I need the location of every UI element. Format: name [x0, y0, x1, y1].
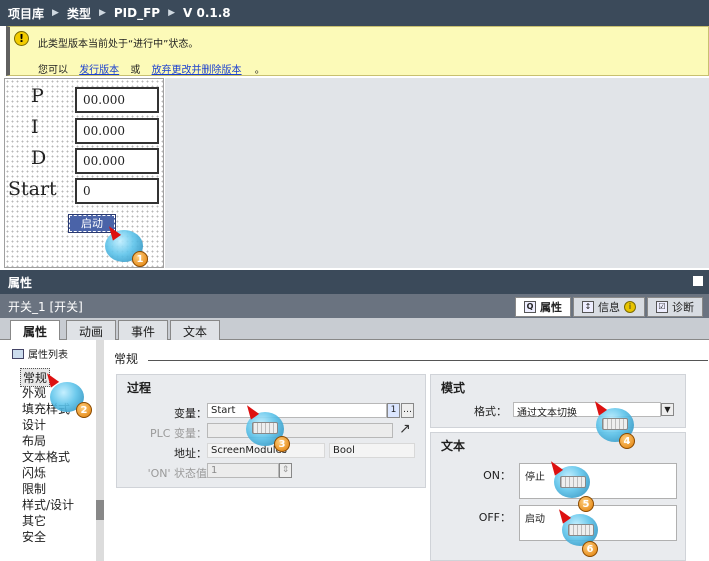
text-group: 文本 ON： 停止 OFF： 启动	[430, 432, 686, 561]
banner-prefix: 您可以	[38, 65, 68, 76]
nav-item-design[interactable]: 设计	[22, 416, 46, 433]
banner-suffix: 。	[254, 65, 265, 76]
view-tab-info-label: 信息	[598, 301, 620, 314]
process-group-title: 过程	[127, 381, 152, 395]
keyboard-icon	[602, 418, 628, 430]
properties-main: 常规 过程 变量： Start 1 … PLC 变量： ↗ 地址： Screen…	[104, 340, 709, 561]
field-i[interactable]: 00.000	[75, 118, 159, 144]
nav-item-security[interactable]: 安全	[22, 528, 46, 545]
type-field: Bool	[329, 443, 415, 458]
properties-tabs: 属性 动画 事件 文本	[0, 318, 709, 341]
format-dropdown[interactable]: 通过文本切换	[513, 402, 661, 419]
nav-item-flashing[interactable]: 闪烁	[22, 464, 46, 481]
nav-item-text-format[interactable]: 文本格式	[22, 448, 70, 465]
field-d[interactable]: 00.000	[75, 148, 159, 174]
object-name: 开关_1 [开关]	[8, 300, 83, 314]
step-badge-3: 3	[274, 436, 290, 452]
tab-properties[interactable]: 属性	[10, 320, 61, 341]
address-label: 地址：	[174, 447, 207, 460]
banner-or: 或	[130, 65, 141, 76]
warning-icon: !	[14, 31, 29, 46]
format-label: 格式：	[474, 405, 507, 418]
label-d: D	[31, 147, 47, 169]
keyboard-icon	[252, 422, 278, 434]
property-list-label: 属性列表	[28, 350, 68, 361]
nav-item-limits[interactable]: 限制	[22, 480, 46, 497]
breadcrumb-type-name[interactable]: PID_FP	[114, 6, 160, 20]
breadcrumb: 项目库 ▶ 类型 ▶ PID_FP ▶ V 0.1.8	[0, 0, 709, 26]
banner-message: 此类型版本当前处于“进行中”状态。	[38, 39, 199, 50]
mode-group: 模式 格式： 通过文本切换 ▼	[430, 374, 686, 428]
breadcrumb-types[interactable]: 类型	[67, 5, 91, 22]
variable-label: 变量：	[174, 407, 207, 420]
chevron-down-icon[interactable]: ▼	[661, 403, 674, 416]
diagnostics-view-icon: ☑	[656, 301, 668, 313]
tab-events[interactable]: 事件	[118, 320, 169, 340]
discard-version-link[interactable]: 放弃更改并删除版本	[152, 65, 242, 76]
info-view-icon: ↕	[582, 301, 594, 313]
nav-item-miscellaneous[interactable]: 其它	[22, 512, 46, 529]
properties-title: 属性	[8, 276, 33, 290]
label-i: I	[31, 116, 39, 138]
view-tab-info[interactable]: ↕ 信息 i	[573, 297, 645, 317]
info-icon: i	[624, 301, 636, 313]
breadcrumb-separator-icon: ▶	[98, 8, 106, 18]
tab-animations[interactable]: 动画	[66, 320, 117, 340]
nav-item-layout[interactable]: 布局	[22, 432, 46, 449]
property-list-header[interactable]: 属性列表	[12, 346, 68, 361]
goto-arrow-icon[interactable]: ↗	[399, 421, 411, 437]
on-state-label: 'ON' 状态值	[147, 467, 207, 480]
tab-texts[interactable]: 文本	[170, 320, 221, 340]
breadcrumb-separator-icon: ▶	[52, 8, 59, 18]
step-badge-5: 5	[578, 496, 594, 512]
section-divider	[148, 360, 708, 361]
text-group-title: 文本	[441, 439, 466, 453]
step-badge-2: 2	[76, 402, 92, 418]
mode-group-title: 模式	[441, 381, 466, 395]
inspector-view-tabs: Q 属性 ↕ 信息 i ☑ 诊断	[515, 297, 703, 317]
variable-index-icon[interactable]: 1	[387, 403, 400, 418]
keyboard-icon	[568, 524, 594, 536]
step-badge-6: 6	[582, 541, 598, 557]
pin-icon[interactable]	[693, 276, 703, 286]
plc-variable-field	[207, 423, 393, 438]
on-state-spinner: ⇕	[279, 463, 292, 478]
on-state-field: 1	[207, 463, 279, 478]
breadcrumb-project-library[interactable]: 项目库	[8, 5, 44, 22]
breadcrumb-version[interactable]: V 0.1.8	[183, 6, 231, 20]
off-text-field[interactable]: 启动	[519, 505, 677, 541]
property-list-icon	[12, 348, 24, 359]
view-tab-properties-label: 属性	[540, 301, 562, 314]
on-text-label: ON：	[483, 469, 511, 482]
variable-field[interactable]: Start	[207, 403, 387, 418]
field-p[interactable]: 00.000	[75, 87, 159, 113]
banner-actions: 您可以 发行版本 或 放弃更改并删除版本 。	[38, 61, 265, 76]
keyboard-icon	[560, 476, 586, 488]
step-badge-1: 1	[132, 251, 148, 267]
on-text-field[interactable]: 停止	[519, 463, 677, 499]
nav-item-styles[interactable]: 样式/设计	[22, 496, 74, 513]
section-title-general: 常规	[114, 352, 139, 366]
plc-variable-label: PLC 变量：	[150, 427, 207, 440]
nav-scrollbar-thumb[interactable]	[96, 500, 104, 520]
nav-item-appearance[interactable]: 外观	[22, 384, 46, 401]
status-banner: ! 此类型版本当前处于“进行中”状态。 您可以 发行版本 或 放弃更改并删除版本…	[6, 26, 709, 76]
off-text-label: OFF：	[478, 511, 511, 524]
field-start[interactable]: 0	[75, 178, 159, 204]
step-badge-4: 4	[619, 433, 635, 449]
view-tab-properties[interactable]: Q 属性	[515, 297, 571, 317]
variable-browse-button[interactable]: …	[401, 403, 414, 418]
view-tab-diagnostics-label: 诊断	[672, 301, 694, 314]
label-p: P	[31, 85, 44, 107]
view-tab-diagnostics[interactable]: ☑ 诊断	[647, 297, 703, 317]
release-version-link[interactable]: 发行版本	[79, 65, 119, 76]
properties-title-bar: 属性	[0, 270, 709, 294]
canvas-background	[165, 78, 709, 268]
breadcrumb-separator-icon: ▶	[168, 8, 176, 18]
label-start: Start	[8, 178, 57, 200]
nav-scrollbar[interactable]	[96, 340, 104, 561]
properties-view-icon: Q	[524, 301, 536, 313]
